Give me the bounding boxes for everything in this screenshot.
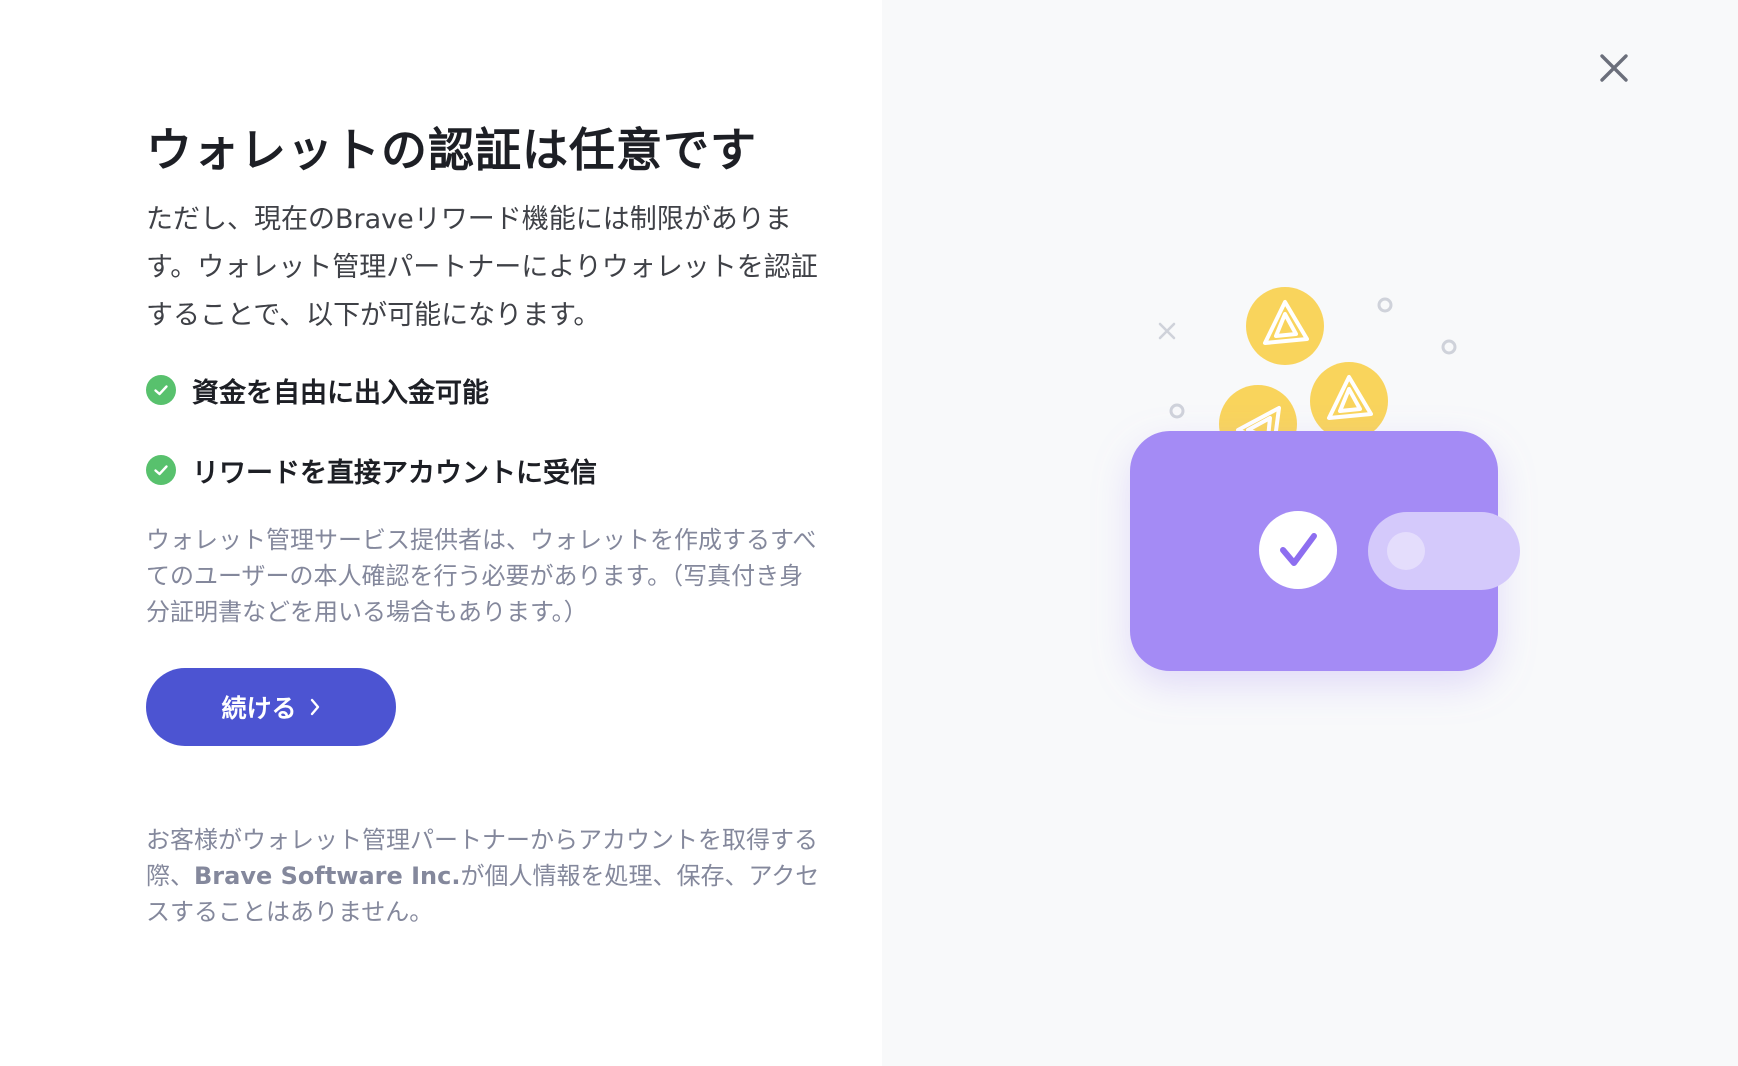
bat-coin-icon (1246, 287, 1324, 365)
sparkle-dot-icon (1377, 297, 1393, 313)
benefit-item: リワードを直接アカウントに受信 (146, 448, 826, 492)
modal-title: ウォレットの認証は任意です (146, 123, 757, 177)
sparkle-cross-icon (1158, 322, 1176, 340)
check-circle-icon (146, 375, 176, 405)
lead-text: ただし、現在のBraveリワード機能には制限があります。ウォレット管理パートナー… (146, 204, 818, 331)
illustration-panel (882, 0, 1738, 1066)
bat-coin-icon (1310, 362, 1388, 440)
check-circle-icon (146, 455, 176, 485)
benefit-item: 資金を自由に出入金可能 (146, 368, 826, 412)
continue-button[interactable]: 続ける (146, 668, 396, 746)
chevron-right-icon (309, 697, 321, 717)
benefit-label: リワードを直接アカウントに受信 (192, 457, 597, 489)
verified-check-icon (1259, 511, 1337, 589)
company-name: Brave Software Inc. (194, 862, 461, 890)
privacy-note: お客様がウォレット管理パートナーからアカウントを取得する際、Brave Soft… (146, 822, 826, 930)
sparkle-dot-icon (1441, 339, 1457, 355)
continue-label: 続ける (221, 694, 297, 723)
info-content: ウォレットの認証は任意です ただし、現在のBraveリワード機能には制限がありま… (146, 118, 826, 930)
wallet-tab-dot (1387, 532, 1425, 570)
benefit-list: 資金を自由に出入金可能 リワードを直接アカウントに受信 (146, 368, 826, 492)
kyc-note: ウォレット管理サービス提供者は、ウォレットを作成するすべてのユーザーの本人確認を… (146, 526, 817, 626)
verify-wallet-modal: ウォレットの認証は任意です ただし、現在のBraveリワード機能には制限がありま… (0, 0, 1738, 1066)
sparkle-dot-icon (1169, 403, 1185, 419)
info-panel: ウォレットの認証は任意です ただし、現在のBraveリワード機能には制限がありま… (0, 0, 882, 1066)
wallet-verified-illustration (1130, 287, 1520, 671)
benefit-label: 資金を自由に出入金可能 (192, 377, 489, 409)
